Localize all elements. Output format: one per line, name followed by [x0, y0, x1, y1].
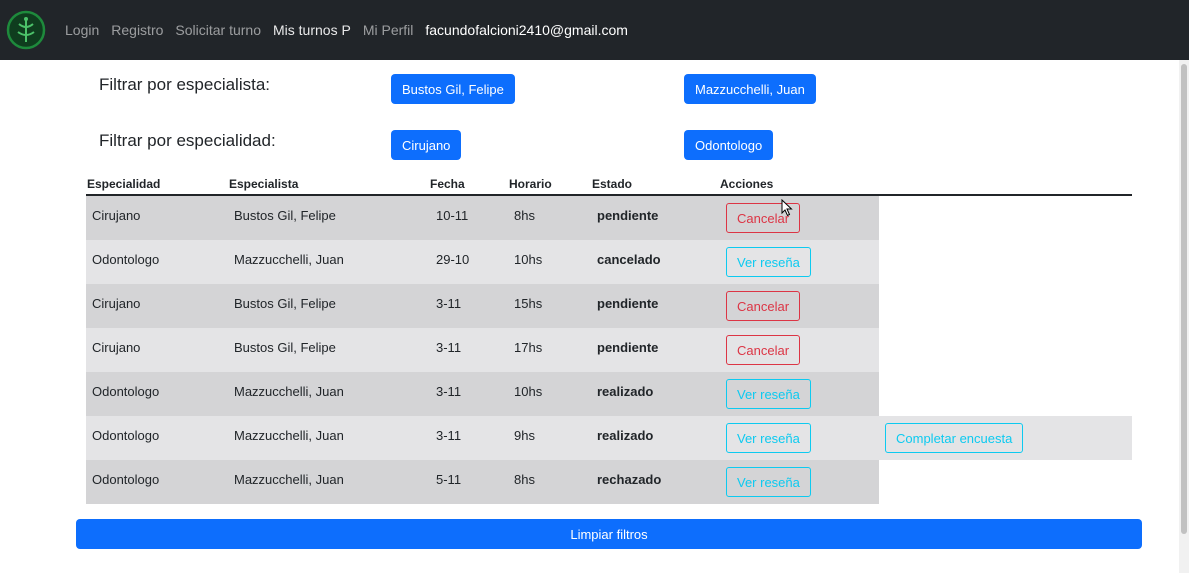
- cell-estado: rechazado: [597, 472, 662, 487]
- header-especialidad: Especialidad: [87, 177, 161, 191]
- cell-estado: pendiente: [597, 340, 659, 355]
- filter-especialidad-cirujano-button[interactable]: Cirujano: [391, 130, 462, 160]
- table-row: Cirujano Bustos Gil, Felipe 3-11 17hs pe…: [86, 328, 1132, 372]
- cell-especialidad: Odontologo: [92, 428, 160, 443]
- cell-estado: realizado: [597, 428, 654, 443]
- filter-especialista-mazzucchelli-button[interactable]: Mazzucchelli, Juan: [684, 74, 816, 104]
- turnos-table: Especialidad Especialista Fecha Horario …: [86, 175, 1132, 504]
- cell-especialista: Mazzucchelli, Juan: [234, 252, 344, 267]
- header-horario: Horario: [509, 177, 552, 191]
- header-acciones: Acciones: [720, 177, 774, 191]
- filter-especialidad-odontologo-button[interactable]: Odontologo: [684, 130, 774, 160]
- cell-fecha: 29-10: [436, 252, 470, 267]
- nav-mis-turnos-link[interactable]: Mis turnos P: [273, 22, 351, 38]
- cell-especialidad: Odontologo: [92, 252, 160, 267]
- filter-especialidad-label: Filtrar por especialidad:: [99, 131, 276, 150]
- cell-especialidad: Cirujano: [92, 208, 141, 223]
- clinic-logo-icon[interactable]: [6, 10, 46, 50]
- ver-resena-button[interactable]: Ver reseña: [726, 379, 811, 409]
- user-email: facundofalcioni2410@gmail.com: [425, 22, 628, 38]
- nav-login-link[interactable]: Login: [65, 22, 99, 38]
- scrollbar-thumb[interactable]: [1181, 64, 1187, 534]
- cell-especialidad: Cirujano: [92, 296, 141, 311]
- cancelar-button[interactable]: Cancelar: [726, 335, 801, 365]
- nav-solicitar-turno-link[interactable]: Solicitar turno: [175, 22, 261, 38]
- cell-fecha: 3-11: [436, 384, 462, 399]
- cell-especialista: Mazzucchelli, Juan: [234, 428, 344, 443]
- cell-estado: realizado: [597, 384, 654, 399]
- cell-especialista: Mazzucchelli, Juan: [234, 472, 344, 487]
- completar-encuesta-button[interactable]: Completar encuesta: [885, 423, 1024, 453]
- cell-fecha: 10-11: [436, 208, 469, 223]
- table-header: Especialidad Especialista Fecha Horario …: [86, 175, 1132, 196]
- cell-estado: pendiente: [597, 296, 659, 311]
- navbar: Login Registro Solicitar turno Mis turno…: [0, 0, 1189, 60]
- cell-fecha: 5-11: [436, 472, 462, 487]
- nav-registro-link[interactable]: Registro: [111, 22, 163, 38]
- table-row: Cirujano Bustos Gil, Felipe 10-11 8hs pe…: [86, 196, 1132, 240]
- table-row: Odontologo Mazzucchelli, Juan 3-11 9hs r…: [86, 416, 1132, 460]
- cancelar-button[interactable]: Cancelar: [726, 291, 801, 321]
- cell-fecha: 3-11: [436, 340, 462, 355]
- cell-fecha: 3-11: [436, 428, 462, 443]
- cell-especialidad: Cirujano: [92, 340, 141, 355]
- mouse-cursor-icon: [781, 199, 793, 217]
- limpiar-filtros-button[interactable]: Limpiar filtros: [76, 519, 1142, 549]
- table-row: Cirujano Bustos Gil, Felipe 3-11 15hs pe…: [86, 284, 1132, 328]
- cell-horario: 10hs: [514, 252, 543, 267]
- ver-resena-button[interactable]: Ver reseña: [726, 423, 811, 453]
- cell-especialidad: Odontologo: [92, 384, 160, 399]
- ver-resena-button[interactable]: Ver reseña: [726, 247, 811, 277]
- page-scrollbar[interactable]: [1179, 60, 1189, 573]
- filter-especialista-bustos-button[interactable]: Bustos Gil, Felipe: [391, 74, 515, 104]
- cell-especialista: Bustos Gil, Felipe: [234, 340, 336, 355]
- cell-estado: pendiente: [597, 208, 659, 223]
- header-estado: Estado: [592, 177, 633, 191]
- filter-especialista-label: Filtrar por especialista:: [99, 75, 271, 94]
- cell-especialista: Bustos Gil, Felipe: [234, 208, 336, 223]
- header-especialista: Especialista: [229, 177, 299, 191]
- nav-mi-perfil-link[interactable]: Mi Perfil: [363, 22, 414, 38]
- cell-horario: 15hs: [514, 296, 543, 311]
- cell-horario: 17hs: [514, 340, 543, 355]
- cell-especialidad: Odontologo: [92, 472, 160, 487]
- cell-fecha: 3-11: [436, 296, 462, 311]
- cell-especialista: Bustos Gil, Felipe: [234, 296, 336, 311]
- cell-horario: 10hs: [514, 384, 543, 399]
- cell-horario: 8hs: [514, 472, 535, 487]
- cell-horario: 9hs: [514, 428, 535, 443]
- table-row: Odontologo Mazzucchelli, Juan 5-11 8hs r…: [86, 460, 1132, 504]
- cell-especialista: Mazzucchelli, Juan: [234, 384, 344, 399]
- cell-estado: cancelado: [597, 252, 661, 267]
- cell-horario: 8hs: [514, 208, 535, 223]
- table-row: Odontologo Mazzucchelli, Juan 29-10 10hs…: [86, 240, 1132, 284]
- header-fecha: Fecha: [430, 177, 465, 191]
- ver-resena-button[interactable]: Ver reseña: [726, 467, 811, 497]
- table-row: Odontologo Mazzucchelli, Juan 3-11 10hs …: [86, 372, 1132, 416]
